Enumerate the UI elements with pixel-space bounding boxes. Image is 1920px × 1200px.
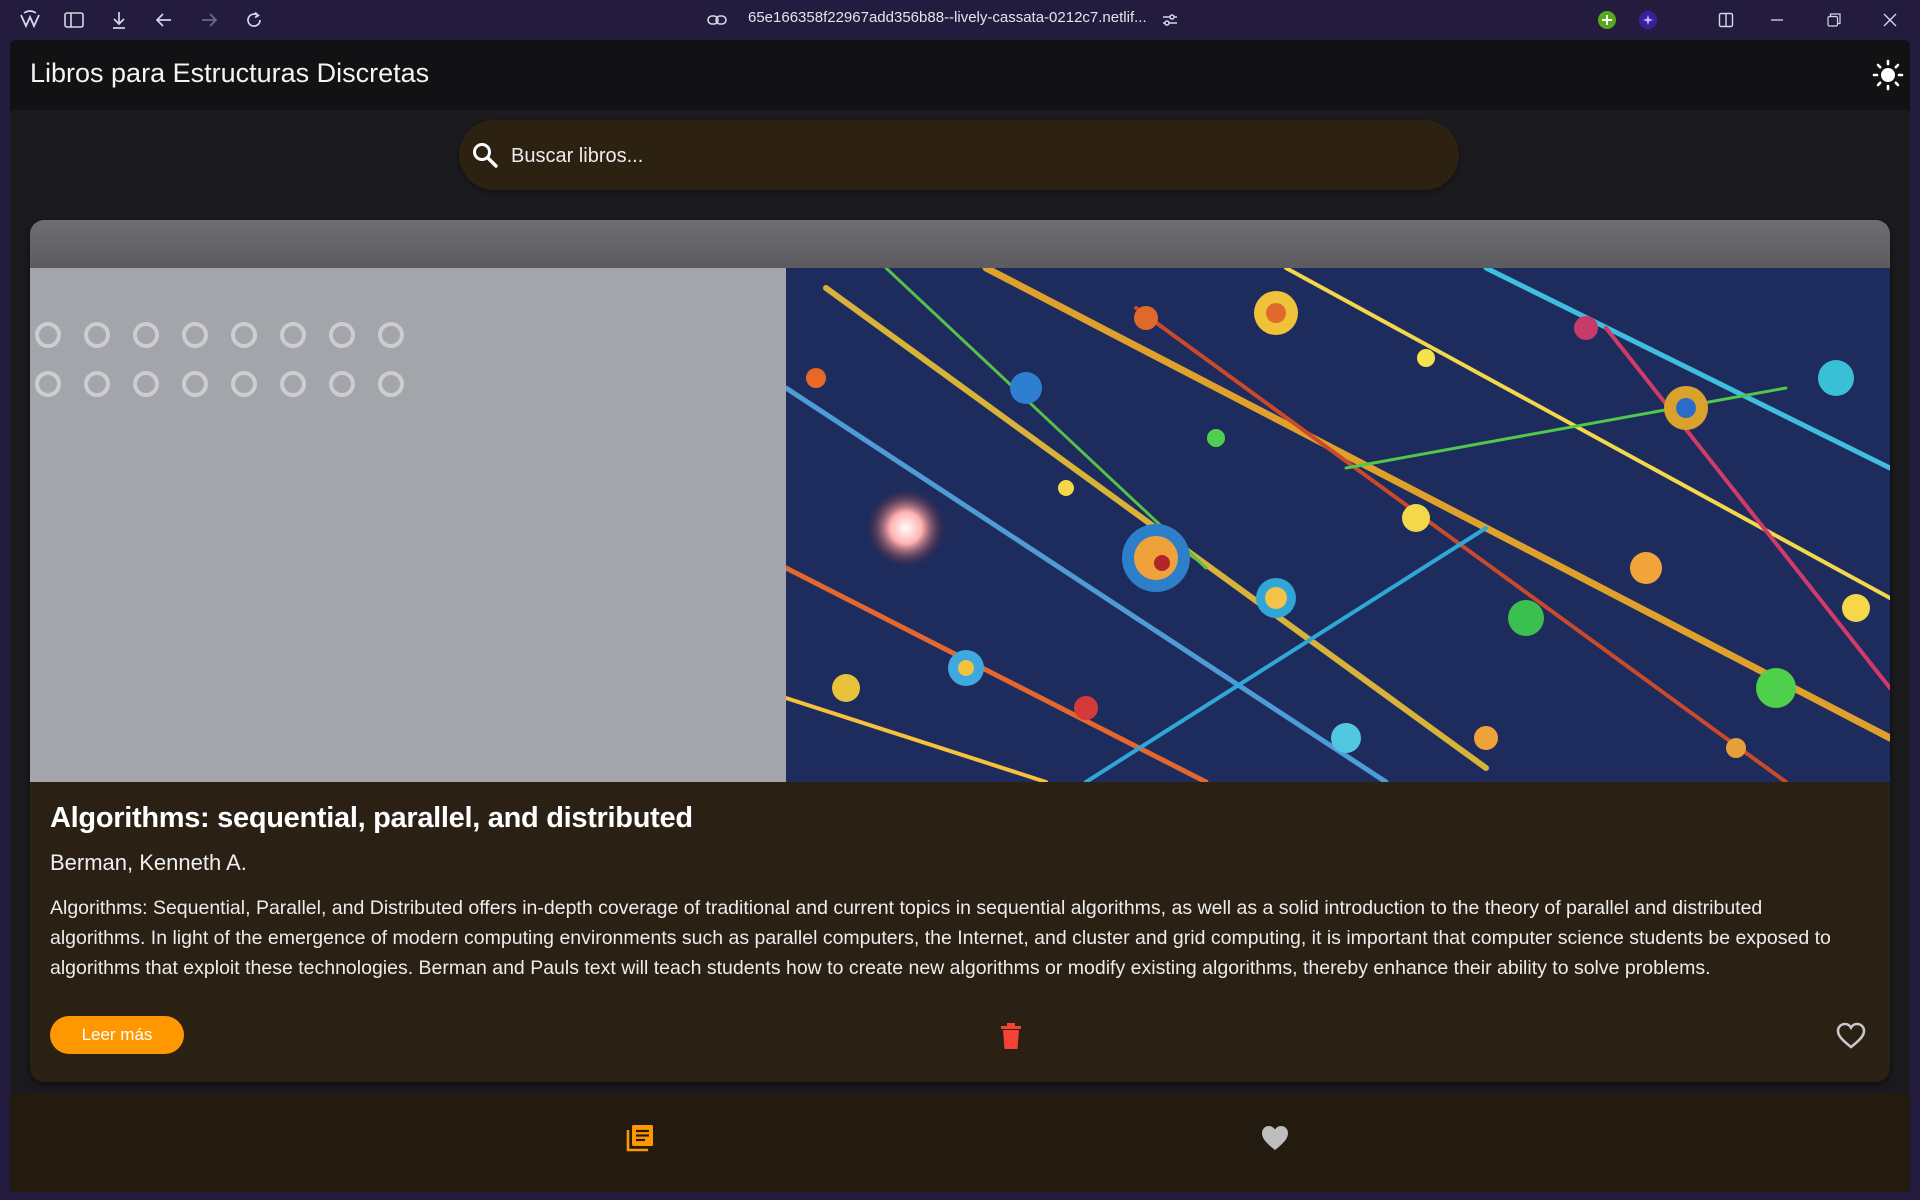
book-title[interactable]: Algorithms: sequential, parallel, and di… [50, 802, 693, 835]
close-icon[interactable] [1878, 8, 1902, 32]
heart-icon[interactable] [1260, 1124, 1290, 1152]
app-bar: Libros para Estructuras Discretas [10, 40, 1910, 110]
search-icon [471, 141, 499, 169]
cover-artwork [786, 268, 1890, 782]
book-description: Algorithms: Sequential, Parallel, and Di… [50, 897, 1831, 979]
cover-top-band [30, 220, 1890, 268]
read-more-button[interactable]: Leer más [50, 1016, 184, 1054]
app-window: Libros para Estructuras Discretas Buscar… [10, 40, 1910, 1192]
extension-star-icon[interactable] [1636, 8, 1660, 32]
download-icon[interactable] [107, 8, 131, 32]
forward-icon[interactable] [197, 8, 221, 32]
link-icon[interactable] [705, 8, 729, 32]
bottom-navigation [10, 1094, 1910, 1192]
split-view-icon[interactable] [1714, 8, 1738, 32]
back-icon[interactable] [152, 8, 176, 32]
sun-icon[interactable] [1872, 59, 1904, 91]
cover-left-panel [30, 268, 786, 782]
book-author: Berman, Kenneth A. [50, 850, 247, 875]
trash-icon[interactable] [998, 1022, 1024, 1050]
book-card: Algorithms: sequential, parallel, and di… [30, 220, 1890, 1082]
address-bar-url[interactable]: 65e166358f22967add356b88--lively-cassata… [748, 9, 1147, 26]
browser-toolbar: 65e166358f22967add356b88--lively-cassata… [0, 0, 1920, 40]
app-title: Libros para Estructuras Discretas [30, 58, 430, 88]
extension-plus-icon[interactable] [1595, 8, 1619, 32]
search-bar[interactable] [459, 120, 1459, 190]
reload-icon[interactable] [242, 8, 266, 32]
heart-outline-icon[interactable] [1836, 1022, 1866, 1050]
site-settings-icon[interactable] [1158, 8, 1182, 32]
app-logo-icon[interactable] [18, 8, 42, 32]
library-books-icon[interactable] [625, 1123, 655, 1153]
minimize-icon[interactable] [1765, 8, 1789, 32]
search-input[interactable] [509, 138, 1413, 174]
restore-icon[interactable] [1822, 8, 1846, 32]
sidebar-toggle-icon[interactable] [62, 8, 86, 32]
book-cover-image [30, 220, 1890, 782]
